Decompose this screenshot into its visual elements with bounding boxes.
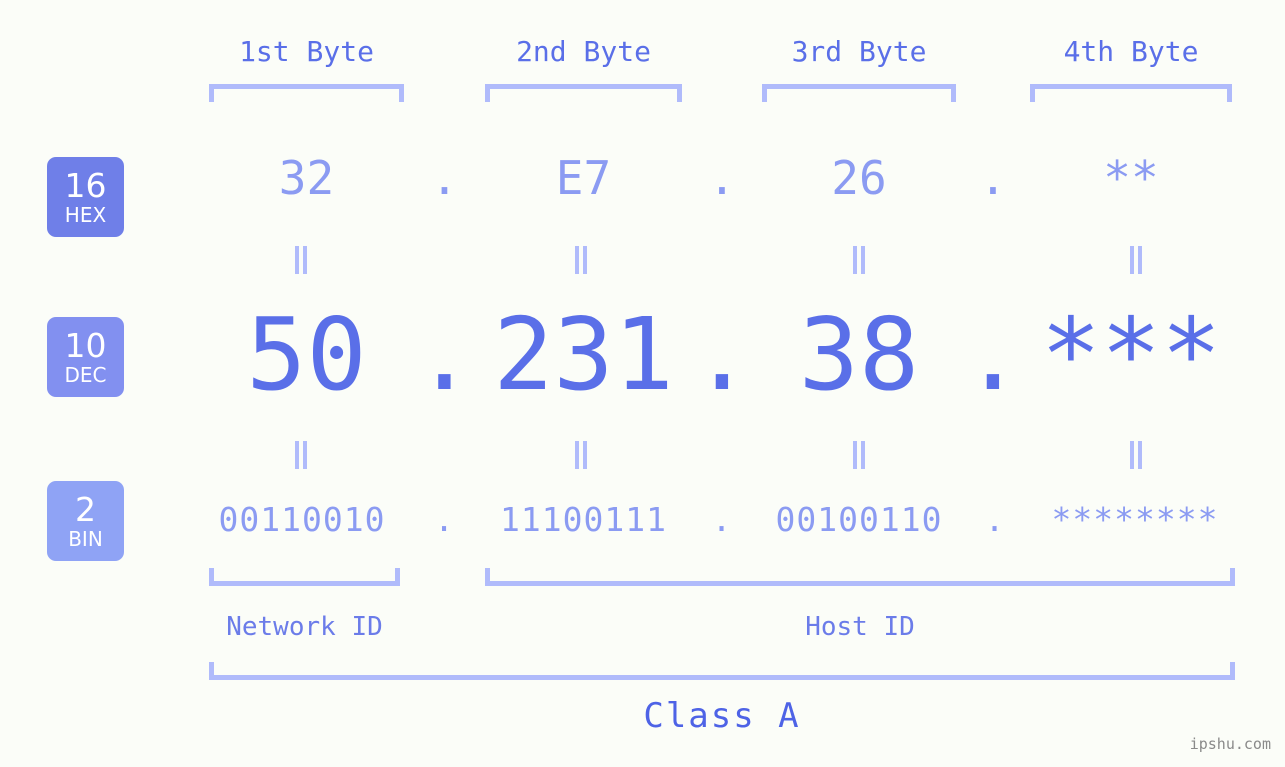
section-label-text: Network ID [226, 612, 383, 642]
bin-separator-3: . [984, 500, 1006, 539]
equivalence-mark-dec-bin-3 [851, 441, 867, 469]
bin-byte-4: ******** [1051, 500, 1219, 539]
dec-byte-1: 50 [246, 296, 367, 413]
byte-header-label: 3rd Byte [791, 35, 927, 68]
hex-byte-2: E7 [555, 151, 612, 205]
class-label-text: Class A [643, 696, 801, 736]
bin-byte-2: 11100111 [500, 500, 667, 539]
equivalence-mark-dec-bin-4 [1128, 441, 1144, 469]
ip-address-breakdown-diagram: 1st Byte 2nd Byte 3rd Byte 4th Byte 16 H… [0, 0, 1285, 767]
hex-value-row: 32 . E7 . 26 . ** [0, 150, 1285, 210]
dec-byte-3: 38 [798, 296, 920, 413]
dec-separator-2: . [691, 296, 753, 413]
bin-byte-3: 00100110 [775, 500, 943, 539]
network-id-bracket [209, 568, 400, 586]
byte-header-4: 4th Byte [1030, 32, 1232, 72]
bin-byte-1: 00110010 [218, 500, 386, 539]
bin-value-row: 00110010 . 11100111 . 00100110 . *******… [0, 499, 1285, 549]
dec-byte-2: 231 [493, 296, 674, 413]
dec-separator-1: . [414, 296, 475, 413]
class-label: Class A [209, 694, 1235, 738]
byte-header-label: 4th Byte [1063, 35, 1199, 68]
equivalence-mark-hex-dec-1 [293, 246, 309, 274]
byte-bracket-2 [485, 84, 682, 102]
hex-byte-3: 26 [831, 151, 887, 205]
hex-byte-4: ** [1103, 151, 1159, 205]
dec-value-row: 50 . 231 . 38 . *** [0, 300, 1285, 420]
section-label-text: Host ID [805, 612, 915, 642]
equivalence-mark-hex-dec-2 [573, 246, 589, 274]
site-watermark: ipshu.com [1189, 735, 1271, 753]
hex-separator-3: . [979, 151, 1007, 205]
byte-bracket-3 [762, 84, 956, 102]
host-id-bracket [485, 568, 1235, 586]
byte-header-label: 2nd Byte [516, 35, 651, 68]
hex-byte-1: 32 [278, 151, 335, 205]
equivalence-mark-dec-bin-2 [573, 441, 589, 469]
host-id-label: Host ID [485, 610, 1235, 644]
dec-separator-3: . [962, 296, 1024, 413]
byte-bracket-4 [1030, 84, 1232, 102]
dec-byte-4: *** [1040, 296, 1222, 413]
network-id-label: Network ID [209, 610, 400, 644]
hex-separator-1: . [430, 151, 459, 205]
byte-header-2: 2nd Byte [485, 32, 682, 72]
equivalence-mark-hex-dec-3 [851, 246, 867, 274]
byte-header-1: 1st Byte [209, 32, 404, 72]
equivalence-mark-hex-dec-4 [1128, 246, 1144, 274]
class-bracket [209, 662, 1235, 680]
bin-separator-2: . [711, 500, 733, 539]
byte-header-3: 3rd Byte [762, 32, 956, 72]
byte-bracket-1 [209, 84, 404, 102]
byte-header-label: 1st Byte [239, 35, 374, 68]
equivalence-mark-dec-bin-1 [293, 441, 309, 469]
bin-separator-1: . [434, 500, 455, 539]
hex-separator-2: . [708, 151, 736, 205]
